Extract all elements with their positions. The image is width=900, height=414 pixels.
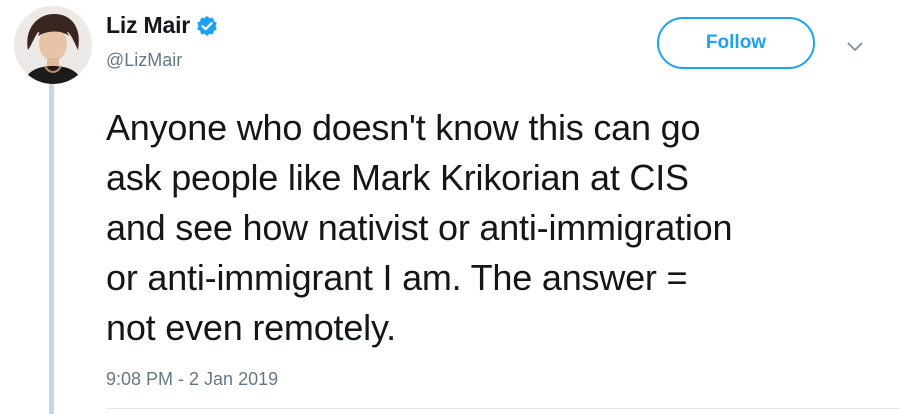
avatar[interactable] xyxy=(14,6,92,84)
tweet-timestamp[interactable]: 9:08 PM - 2 Jan 2019 xyxy=(106,369,278,390)
tweet-card: Liz Mair @LizMair Follow Anyone who does… xyxy=(0,0,900,414)
author-handle[interactable]: @LizMair xyxy=(106,50,182,71)
author-display-name[interactable]: Liz Mair xyxy=(106,12,190,39)
more-options-button[interactable] xyxy=(844,36,866,58)
verified-badge-icon xyxy=(196,15,218,37)
follow-button[interactable]: Follow xyxy=(657,17,815,69)
thread-connector-line xyxy=(49,84,54,414)
tweet-text: Anyone who doesn't know this can go ask … xyxy=(106,107,733,348)
divider xyxy=(106,408,900,409)
chevron-down-icon xyxy=(847,42,863,51)
author-name-row: Liz Mair xyxy=(106,12,218,39)
